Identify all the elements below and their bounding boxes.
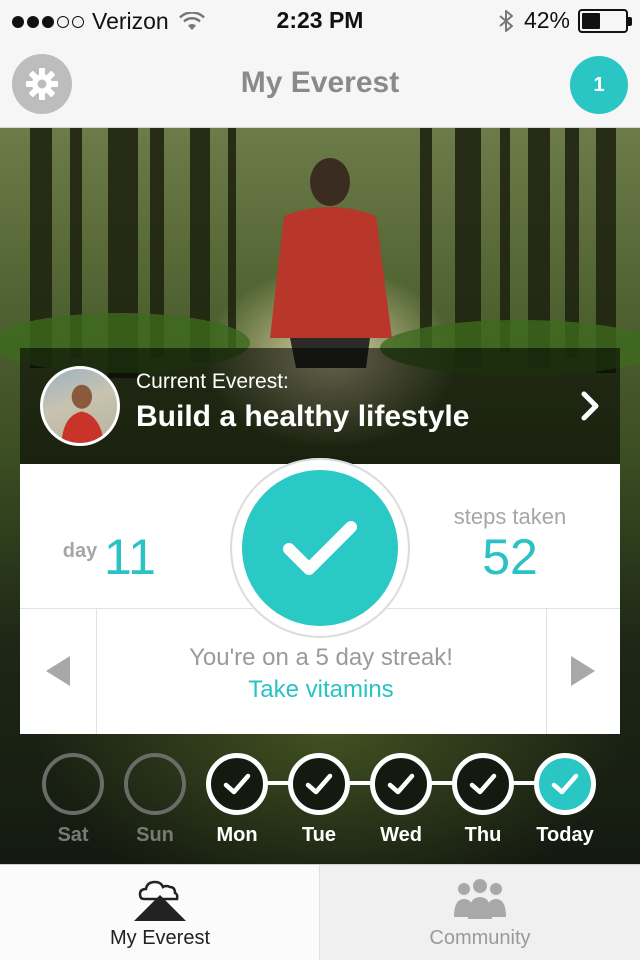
- complete-check-button[interactable]: [242, 470, 398, 626]
- steps-label: steps taken: [453, 504, 567, 529]
- day-circle-mon[interactable]: [206, 753, 268, 815]
- tab-bar: My Everest Community: [0, 864, 640, 960]
- day-circle-sun[interactable]: [124, 753, 186, 815]
- checkmark-icon: [387, 773, 415, 795]
- people-icon: [454, 879, 506, 919]
- day-label-wed: Wed: [380, 824, 422, 846]
- notification-badge-button[interactable]: 1: [570, 56, 628, 114]
- checkmark-icon: [305, 773, 333, 795]
- day-circle-thu[interactable]: [452, 753, 514, 815]
- hero-background: Current Everest: Build a healthy lifesty…: [0, 128, 640, 864]
- mountain-cloud-icon: [134, 880, 186, 921]
- tab-label: My Everest: [109, 927, 211, 949]
- streak-text: You're on a 5 day streak!: [189, 644, 453, 671]
- status-bar: Verizon 2:23 PM 42%: [0, 0, 640, 40]
- next-arrow-icon[interactable]: [571, 656, 595, 686]
- checkmark-icon: [223, 773, 251, 795]
- current-everest-label: Current Everest:: [136, 370, 289, 393]
- battery-icon: [578, 8, 632, 33]
- avatar-photo: [61, 384, 105, 443]
- day-label-sun: Sun: [136, 824, 174, 846]
- tab-my-everest[interactable]: My Everest: [0, 865, 320, 960]
- habit-link[interactable]: Take vitamins: [96, 676, 546, 704]
- day-label-thu: Thu: [464, 824, 502, 846]
- battery-percent: 42%: [523, 7, 570, 33]
- chevron-right-icon[interactable]: [580, 390, 602, 422]
- nav-bar: My Everest 1: [0, 40, 640, 128]
- day-circle-today[interactable]: [534, 753, 596, 815]
- status-right: 42%: [498, 7, 632, 34]
- day-label-today: Today: [536, 824, 594, 846]
- previous-arrow-icon[interactable]: [46, 656, 70, 686]
- day-circle-wed[interactable]: [370, 753, 432, 815]
- person-silhouette: [270, 158, 392, 368]
- steps-value: 52: [482, 529, 538, 585]
- day-label-mon: Mon: [216, 824, 258, 846]
- day-circle-sat[interactable]: [42, 753, 104, 815]
- day-circle-tue[interactable]: [288, 753, 350, 815]
- week-progress: Sat Sun Mon Tue Wed Thu Today: [0, 748, 640, 858]
- day-label-sat: Sat: [57, 824, 89, 846]
- checkmark-icon: [469, 773, 497, 795]
- bluetooth-icon: [499, 9, 513, 32]
- checkmark-icon: [283, 521, 357, 575]
- tab-community[interactable]: Community: [320, 865, 640, 960]
- divider: [546, 608, 547, 734]
- page-title: My Everest: [240, 66, 400, 99]
- current-everest-goal: Build a healthy lifestyle: [136, 400, 470, 433]
- tab-label: Community: [429, 927, 531, 949]
- current-everest-banner[interactable]: Current Everest: Build a healthy lifesty…: [20, 348, 620, 464]
- day-value: 11: [104, 529, 156, 585]
- avatar[interactable]: [40, 366, 120, 446]
- checkmark-icon: [551, 773, 579, 795]
- day-label-tue: Tue: [301, 824, 337, 846]
